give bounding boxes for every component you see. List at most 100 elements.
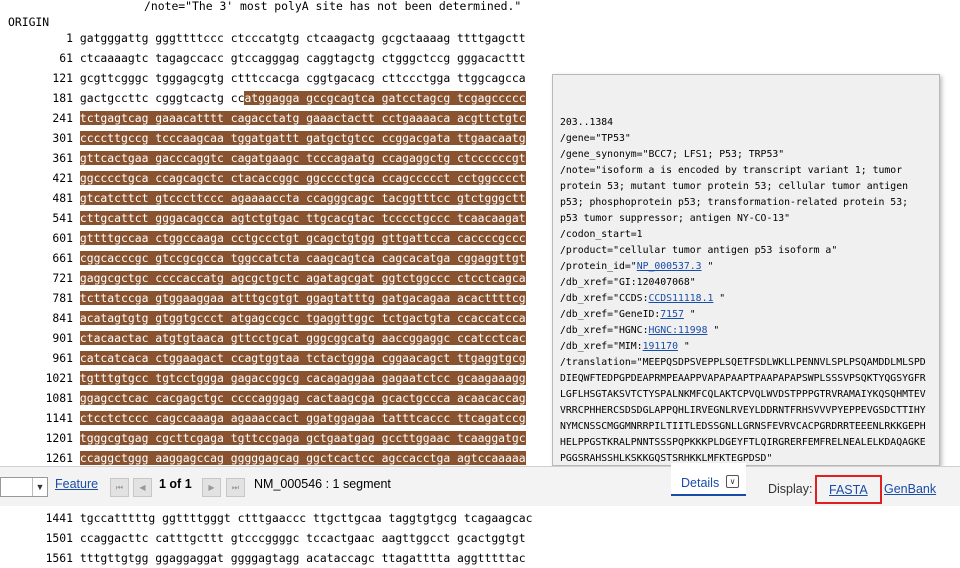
details-tab-label: Details — [681, 476, 720, 490]
cds-highlight: gttttgccaa ctggccaaga cctgccctgt gcagctg… — [79, 231, 526, 245]
db-xref-prefix: /db_xref="GI:120407068" — [560, 277, 696, 288]
last-page-icon[interactable]: ⏭ — [226, 478, 245, 497]
sequence-row: 1 gatgggattg gggttttccc ctcccatgtg ctcaa… — [0, 28, 526, 48]
db-xref-link[interactable]: CCDS11118.1 — [648, 293, 713, 304]
position-number: 541 — [52, 211, 73, 225]
translation-line: /translation="MEEPQSDPSVEPPLSQETFSDLWKLL… — [560, 357, 926, 464]
details-tab[interactable]: Details ∨ — [671, 463, 746, 496]
protein-id-link[interactable]: NP_000537.3 — [637, 261, 702, 272]
cds-highlight: cggcacccgc gtccgcgcca tggccatcta caagcag… — [79, 251, 526, 265]
qualifier-line: /product="cellular tumor antigen p53 iso… — [560, 245, 838, 256]
sequence-text: ctcaaaagtc tagagccacc gtccagggag caggtag… — [79, 51, 526, 65]
position-number: 361 — [52, 151, 73, 165]
position-number: 721 — [52, 271, 73, 285]
feature-link[interactable]: Feature — [55, 477, 98, 491]
position-number: 481 — [52, 191, 73, 205]
sequence-row: 421 ggcccctgca ccagcagctc ctacaccggc ggc… — [0, 168, 526, 188]
sequence-row: 361 gttcactgaa gacccaggtc cagatgaagc tcc… — [0, 148, 526, 168]
protein-id-line: /protein_id="NP_000537.3 " — [560, 261, 714, 272]
sequence-text: tgccatttttg ggttttgggt ctttgaaccc ttgctt… — [79, 511, 533, 525]
position-number: 601 — [52, 231, 73, 245]
position-number: 661 — [52, 251, 73, 265]
db-xref-link[interactable]: 7157 — [660, 309, 684, 320]
genbank-link[interactable]: GenBank — [884, 482, 936, 496]
sequence-text: gcgttcgggc tgggagcgtg ctttccacga cggtgac… — [79, 71, 526, 85]
sequence-row: 1561 tttgttgtgg ggaggaggat ggggagtagg ac… — [0, 548, 526, 568]
position-number: 421 — [52, 171, 73, 185]
position-number: 961 — [52, 351, 73, 365]
qualifier-line: /note="isoform a is encoded by transcrip… — [560, 165, 914, 224]
position-number: 241 — [52, 111, 73, 125]
note-line: /note="The 3' most polyA site has not be… — [0, 0, 522, 13]
cds-highlight: ccaggctggg aaggagccag gggggagcag ggctcac… — [79, 451, 526, 465]
sequence-row: 301 ccccttgccg tcccaagcaa tggatgattt gat… — [0, 128, 526, 148]
cds-highlight: gttcactgaa gacccaggtc cagatgaagc tcccaga… — [79, 151, 526, 165]
sequence-row: 61 ctcaaaagtc tagagccacc gtccagggag cagg… — [0, 48, 526, 68]
cds-highlight: ctcctctccc cagccaaaga agaaaccact ggatgga… — [79, 411, 526, 425]
sequence-row: 661 cggcacccgc gtccgcgcca tggccatcta caa… — [0, 248, 526, 268]
qualifier-line: /gene_synonym="BCC7; LFS1; P53; TRP53" — [560, 149, 785, 160]
sequence-row: 1201 tgggcgtgag cgcttcgaga tgttccgaga gc… — [0, 428, 526, 448]
db-xref-line: /db_xref="HGNC:HGNC:11998 " — [560, 325, 720, 336]
position-number: 1501 — [45, 531, 73, 545]
position-number: 1561 — [45, 551, 73, 565]
sequence-text: ccaggacttc catttgcttt gtcccggggc tccactg… — [79, 531, 526, 545]
cds-highlight: ggcccctgca ccagcagctc ctacaccggc ggcccct… — [79, 171, 526, 185]
db-xref-line: /db_xref="MIM:191170 " — [560, 341, 690, 352]
fasta-link[interactable]: FASTA — [829, 483, 868, 497]
sequence-row: 1501 ccaggacttc catttgcttt gtcccggggc tc… — [0, 528, 526, 548]
first-page-icon[interactable]: ⏮ — [110, 478, 129, 497]
cds-highlight: acatagtgtg gtggtgccct atgagccgcc tgaggtt… — [79, 311, 526, 325]
position-number: 1 — [66, 31, 73, 45]
position-number: 1141 — [45, 411, 73, 425]
cds-highlight: cttgcattct gggacagcca agtctgtgac ttgcacg… — [79, 211, 526, 225]
cds-highlight: atggagga gccgcagtca gatcctagcg tcgagcccc… — [244, 91, 526, 105]
sequence-row: 1081 ggagcctcac cacgagctgc ccccagggag ca… — [0, 388, 526, 408]
sequence-text: gatgggattg gggttttccc ctcccatgtg ctcaaga… — [79, 31, 526, 45]
cds-highlight: gtcatcttct gtcccttccc agaaaaccta ccagggc… — [79, 191, 526, 205]
db-xref-link[interactable]: HGNC:11998 — [648, 325, 707, 336]
next-page-icon[interactable]: ▶ — [202, 478, 221, 497]
cds-highlight: ggagcctcac cacgagctgc ccccagggag cactaag… — [79, 391, 526, 405]
position-number: 301 — [52, 131, 73, 145]
accession-label: NM_000546 : 1 segment — [254, 477, 391, 491]
sequence-row: 241 tctgagtcag gaaacatttt cagacctatg gaa… — [0, 108, 526, 128]
sequence-row: 901 ctacaactac atgtgtaaca gttcctgcat ggg… — [0, 328, 526, 348]
bottom-toolbar: ▼ Feature ⏮ ◀ 1 of 1 ▶ ⏭ NM_000546 : 1 s… — [0, 463, 960, 506]
position-number: 181 — [52, 91, 73, 105]
sequence-row: 961 catcatcaca ctggaagact ccagtggtaa tct… — [0, 348, 526, 368]
position-number: 1021 — [45, 371, 73, 385]
cds-highlight: ctacaactac atgtgtaaca gttcctgcat gggcggc… — [79, 331, 526, 345]
sequence-row: 841 acatagtgtg gtggtgccct atgagccgcc tga… — [0, 308, 526, 328]
feature-select[interactable]: ▼ — [0, 477, 48, 497]
position-number: 1261 — [45, 451, 73, 465]
chevron-down-icon: ▼ — [32, 478, 47, 496]
cds-highlight: tgtttgtgcc tgtcctggga gagaccggcg cacagag… — [79, 371, 526, 385]
sequence-text: tttgttgtgg ggaggaggat ggggagtagg acatacc… — [79, 551, 526, 565]
prev-page-icon[interactable]: ◀ — [133, 478, 152, 497]
display-label: Display: — [768, 482, 813, 496]
db-xref-prefix: /db_xref="GeneID: — [560, 309, 661, 320]
sequence-row: 601 gttttgccaa ctggccaaga cctgccctgt gca… — [0, 228, 526, 248]
sequence-row: 1141 ctcctctccc cagccaaaga agaaaccact gg… — [0, 408, 526, 428]
position-number: 1441 — [45, 511, 73, 525]
sequence-row: 541 cttgcattct gggacagcca agtctgtgac ttg… — [0, 208, 526, 228]
db-xref-prefix: /db_xref="HGNC: — [560, 325, 649, 336]
db-xref-prefix: /db_xref="CCDS: — [560, 293, 649, 304]
sequence-row: 1261 ccaggctggg aaggagccag gggggagcag gg… — [0, 448, 526, 468]
sequence-row: 721 gaggcgctgc ccccaccatg agcgctgctc aga… — [0, 268, 526, 288]
db-xref-link[interactable]: 191170 — [643, 341, 678, 352]
sequence-row: 1441 tgccatttttg ggttttgggt ctttgaaccc t… — [0, 508, 533, 528]
position-number: 781 — [52, 291, 73, 305]
position-number: 1081 — [45, 391, 73, 405]
feature-details: 203..1384/gene="TP53" /gene_synonym="BCC7… — [560, 83, 930, 499]
db-xref-line: /db_xref="GI:120407068" — [560, 275, 930, 291]
position-number: 901 — [52, 331, 73, 345]
cds-highlight: catcatcaca ctggaagact ccagtggtaa tctactg… — [79, 351, 526, 365]
sequence-row: 481 gtcatcttct gtcccttccc agaaaaccta cca… — [0, 188, 526, 208]
sequence-row: 781 tcttatccga gtggaaggaa atttgcgtgt gga… — [0, 288, 526, 308]
cds-highlight: tgggcgtgag cgcttcgaga tgttccgaga gctgaat… — [79, 431, 526, 445]
cds-highlight: gaggcgctgc ccccaccatg agcgctgctc agatagc… — [79, 271, 526, 285]
db-xref-prefix: /db_xref="MIM: — [560, 341, 643, 352]
db-xref-line: /db_xref="CCDS:CCDS11118.1 " — [560, 293, 726, 304]
